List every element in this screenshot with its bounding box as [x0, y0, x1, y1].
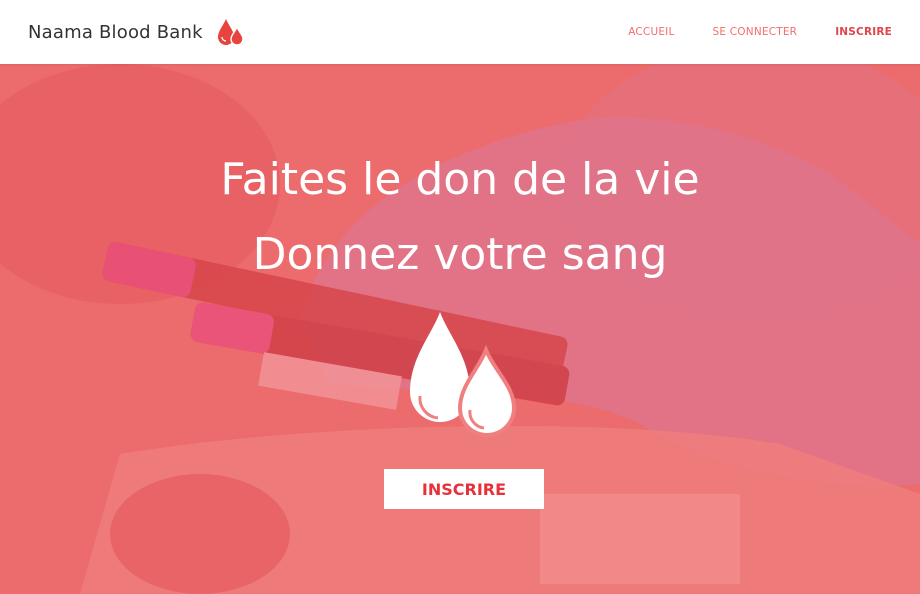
- hero-title-line1: Faites le don de la vie: [220, 154, 700, 205]
- blood-drops-logo-icon: [217, 19, 244, 46]
- nav-link-se-connecter[interactable]: SE CONNECTER: [713, 26, 798, 38]
- brand[interactable]: Naama Blood Bank: [28, 16, 247, 48]
- brand-name[interactable]: Naama Blood Bank: [28, 22, 203, 43]
- nav-links: ACCUEIL SE CONNECTER INSCRIRE: [628, 26, 892, 38]
- hero-section: Faites le don de la vie Donnez votre san…: [0, 64, 920, 594]
- nav-link-inscrire[interactable]: INSCRIRE: [835, 26, 892, 38]
- navbar: Naama Blood Bank ACCUEIL SE CONNECTER IN…: [0, 0, 920, 64]
- inscrire-button[interactable]: INSCRIRE: [384, 469, 544, 509]
- nav-link-accueil[interactable]: ACCUEIL: [628, 26, 674, 38]
- hero-title-line2: Donnez votre sang: [252, 229, 668, 280]
- blood-drops-icon: [410, 312, 517, 437]
